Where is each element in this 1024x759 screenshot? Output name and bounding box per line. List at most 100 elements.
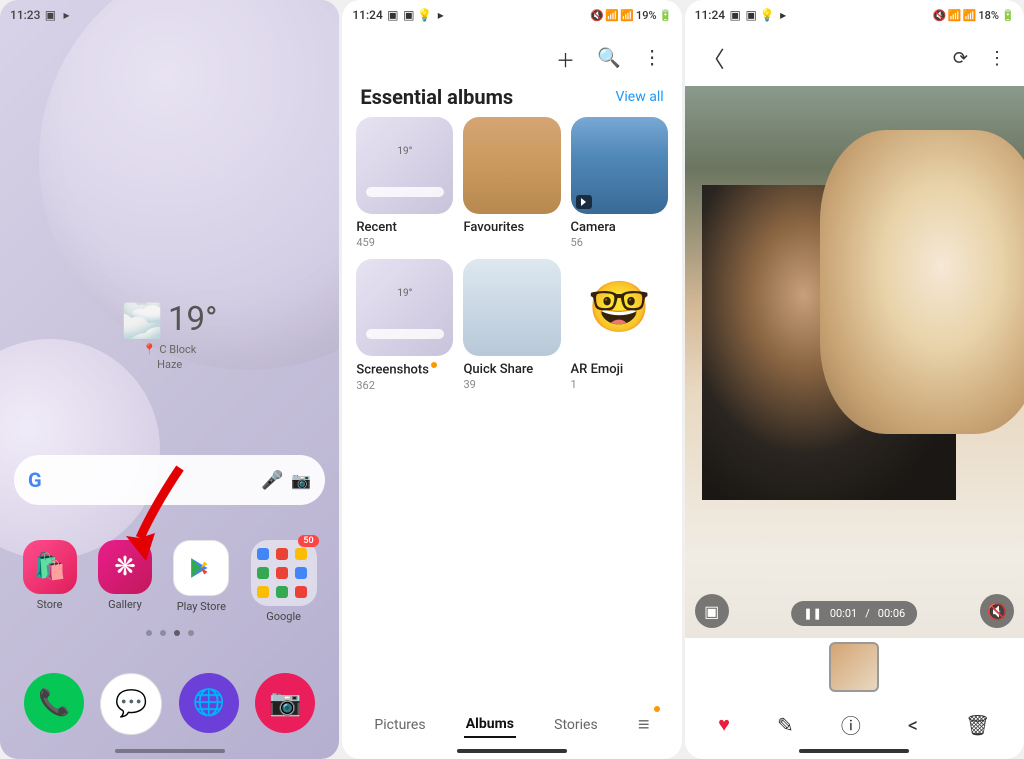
status-time: 11:24 [695,8,725,22]
google-search-bar[interactable]: G 🎤 📷 [14,455,325,505]
album-count: 459 [356,236,453,249]
app-store[interactable]: 🛍️ Store [23,540,77,623]
time-sep: / [865,607,870,620]
gallery-albums-screen: 11:24 ▣ ▣ 💡 ▸ 🔇 📶 📶 19% 🔋 ＋ 🔍 ⋮ Essentia… [342,0,681,759]
messages-app[interactable]: 💬 [100,673,162,735]
album-screenshots[interactable]: 19° Screenshots 362 [356,259,453,391]
back-button[interactable]: 〈 [703,42,725,74]
signal-icon: 📶 [963,9,975,21]
app-label: Gallery [108,598,142,611]
album-count: 39 [463,378,560,391]
app-google-folder[interactable]: 50 Google [251,540,317,623]
battery-icon: 🔋 [1002,9,1014,21]
dock: 📞 💬 🌐 📷 [0,673,339,735]
folder-icon [251,540,317,606]
albums-grid: 19° Recent 459 Favourites Camera 56 19° … [342,117,681,392]
home-body[interactable]: 🌫️19° 📍 C Block Haze G 🎤 📷 🛍️ Store ❋ Ga… [0,30,339,759]
album-count: 1 [571,378,668,391]
mute-icon: 🔇 [591,9,603,21]
notif-icon: ▣ [729,9,741,21]
remaster-icon[interactable]: ⟳ [953,48,968,69]
status-bar: 11:24 ▣ ▣ 💡 ▸ 🔇 📶 📶 18% 🔋 [685,0,1024,30]
video-content [820,130,1024,434]
new-dot-icon [654,706,660,712]
notif-icon: ▸ [60,9,72,21]
badge: 50 [298,535,318,547]
tab-menu[interactable]: ≡ [636,708,652,741]
album-name: Recent [356,220,453,235]
favourite-button[interactable]: ♥ [718,712,730,737]
signal-icon: 📶 [621,9,633,21]
album-count: 56 [571,236,668,249]
album-quick-share[interactable]: Quick Share 39 [463,259,560,391]
browser-app[interactable]: 🌐 [179,673,239,733]
notif-icon: ▣ [387,9,399,21]
album-thumb [463,117,560,214]
app-gallery[interactable]: ❋ Gallery [98,540,152,623]
add-button[interactable]: ＋ [556,46,575,73]
battery-icon: 🔋 [660,9,672,21]
album-name: Screenshots [356,362,453,377]
gallery-icon: ❋ [98,540,152,594]
weather-icon: 🌫️ [122,302,163,341]
album-camera[interactable]: Camera 56 [571,117,668,249]
pause-icon[interactable]: ❚❚ [803,607,821,620]
notif-icon: ▣ [403,9,415,21]
nav-handle[interactable] [115,749,225,753]
status-time: 11:23 [10,8,40,22]
album-recent[interactable]: 19° Recent 459 [356,117,453,249]
notif-icon: 💡 [761,9,773,21]
nav-handle[interactable] [457,749,567,753]
app-label: Play Store [177,600,226,613]
album-ar-emoji[interactable]: 🤓 AR Emoji 1 [571,259,668,391]
edit-button[interactable]: ✎ [777,713,794,737]
play-store-icon [173,540,229,596]
weather-condition: Haze [122,358,218,371]
filmstrip-thumb[interactable] [829,642,879,692]
more-button[interactable]: ⋮ [643,46,662,73]
page-dots [146,630,194,636]
phone-app[interactable]: 📞 [24,673,84,733]
more-button[interactable]: ⋮ [988,48,1006,69]
camera-app[interactable]: 📷 [255,673,315,733]
album-thumb [571,117,668,214]
search-button[interactable]: 🔍 [597,46,621,73]
album-thumb: 🤓 [571,259,668,356]
delete-button[interactable]: 🗑 [965,713,990,737]
notif-icon: ▣ [745,9,757,21]
tab-albums[interactable]: Albums [464,712,516,738]
weather-location: C Block [159,343,196,356]
notif-icon: ▸ [435,9,447,21]
album-thumb: 19° [356,117,453,214]
share-button[interactable]: < [908,713,918,737]
mute-button[interactable]: 🔇 [980,594,1014,628]
weather-temp: 19° [168,300,217,339]
notif-icon: ▣ [44,9,56,21]
status-time: 11:24 [352,8,382,22]
view-all-link[interactable]: View all [615,89,663,105]
tab-pictures[interactable]: Pictures [372,713,427,737]
album-name: Camera [571,220,668,235]
app-label: Google [266,610,301,623]
info-button[interactable]: ⓘ [841,710,861,739]
mic-icon[interactable]: 🎤 [261,470,283,491]
app-play-store[interactable]: Play Store [173,540,229,623]
album-name: Favourites [463,220,560,235]
video-player[interactable]: ▣ ❚❚ 00:01 / 00:06 🔇 [685,86,1024,638]
album-favourites[interactable]: Favourites [463,117,560,249]
filmstrip[interactable] [685,638,1024,696]
playback-controls[interactable]: ❚❚ 00:01 / 00:06 [791,601,917,626]
album-thumb: 19° [356,259,453,356]
capture-button[interactable]: ▣ [695,594,729,628]
app-label: Store [37,598,63,611]
lens-icon[interactable]: 📷 [291,471,311,490]
weather-widget[interactable]: 🌫️19° 📍 C Block Haze [122,300,218,371]
tab-stories[interactable]: Stories [552,713,600,737]
wallpaper-bubble [0,339,160,559]
album-thumb [463,259,560,356]
nav-handle[interactable] [799,749,909,753]
notif-icon: 💡 [419,9,431,21]
total-time: 00:06 [878,607,905,620]
section-title: Essential albums [360,85,513,109]
notif-icon: ▸ [777,9,789,21]
